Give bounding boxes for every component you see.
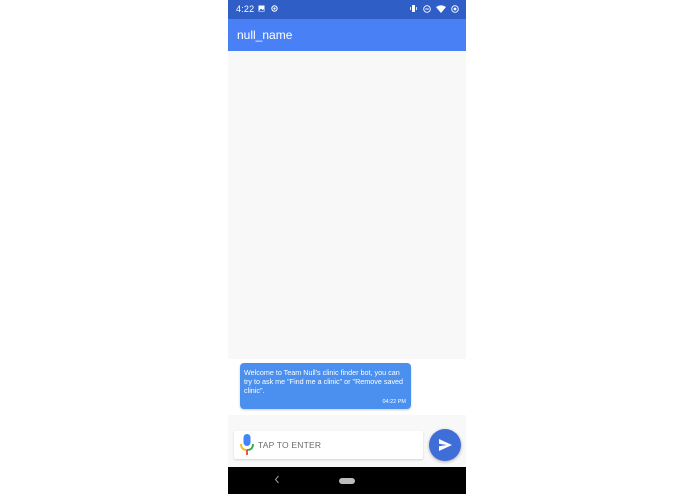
status-right-icons [409, 4, 459, 13]
back-icon[interactable] [274, 475, 280, 484]
message-text: Welcome to Team Null's clinic finder bot… [244, 368, 404, 395]
message-timestamp: 04:22 PM [382, 399, 406, 405]
location-icon [271, 5, 278, 12]
status-bar: 4:22 [228, 0, 466, 19]
battery-icon [451, 4, 459, 13]
app-title: null_name [237, 28, 293, 42]
bot-message-bubble: Welcome to Team Null's clinic finder bot… [240, 363, 411, 409]
send-icon [438, 439, 452, 451]
status-time: 4:22 [236, 4, 255, 14]
message-input[interactable] [258, 436, 418, 454]
input-bar [228, 415, 466, 467]
send-button[interactable] [429, 429, 461, 461]
home-pill-button[interactable] [339, 478, 355, 484]
do-not-disturb-icon [423, 4, 431, 13]
mic-icon[interactable] [238, 433, 256, 457]
message-list: Welcome to Team Null's clinic finder bot… [228, 359, 466, 415]
vibrate-icon [410, 5, 417, 12]
phone-screen: 4:22 null_name Welcome to Team Null's cl… [228, 0, 466, 494]
navigation-bar [228, 467, 466, 494]
image-icon [258, 5, 265, 12]
wifi-icon [436, 4, 446, 13]
input-container [234, 431, 423, 459]
app-bar: null_name [228, 19, 466, 51]
status-left-icons [258, 5, 278, 12]
chat-area[interactable] [228, 51, 466, 359]
